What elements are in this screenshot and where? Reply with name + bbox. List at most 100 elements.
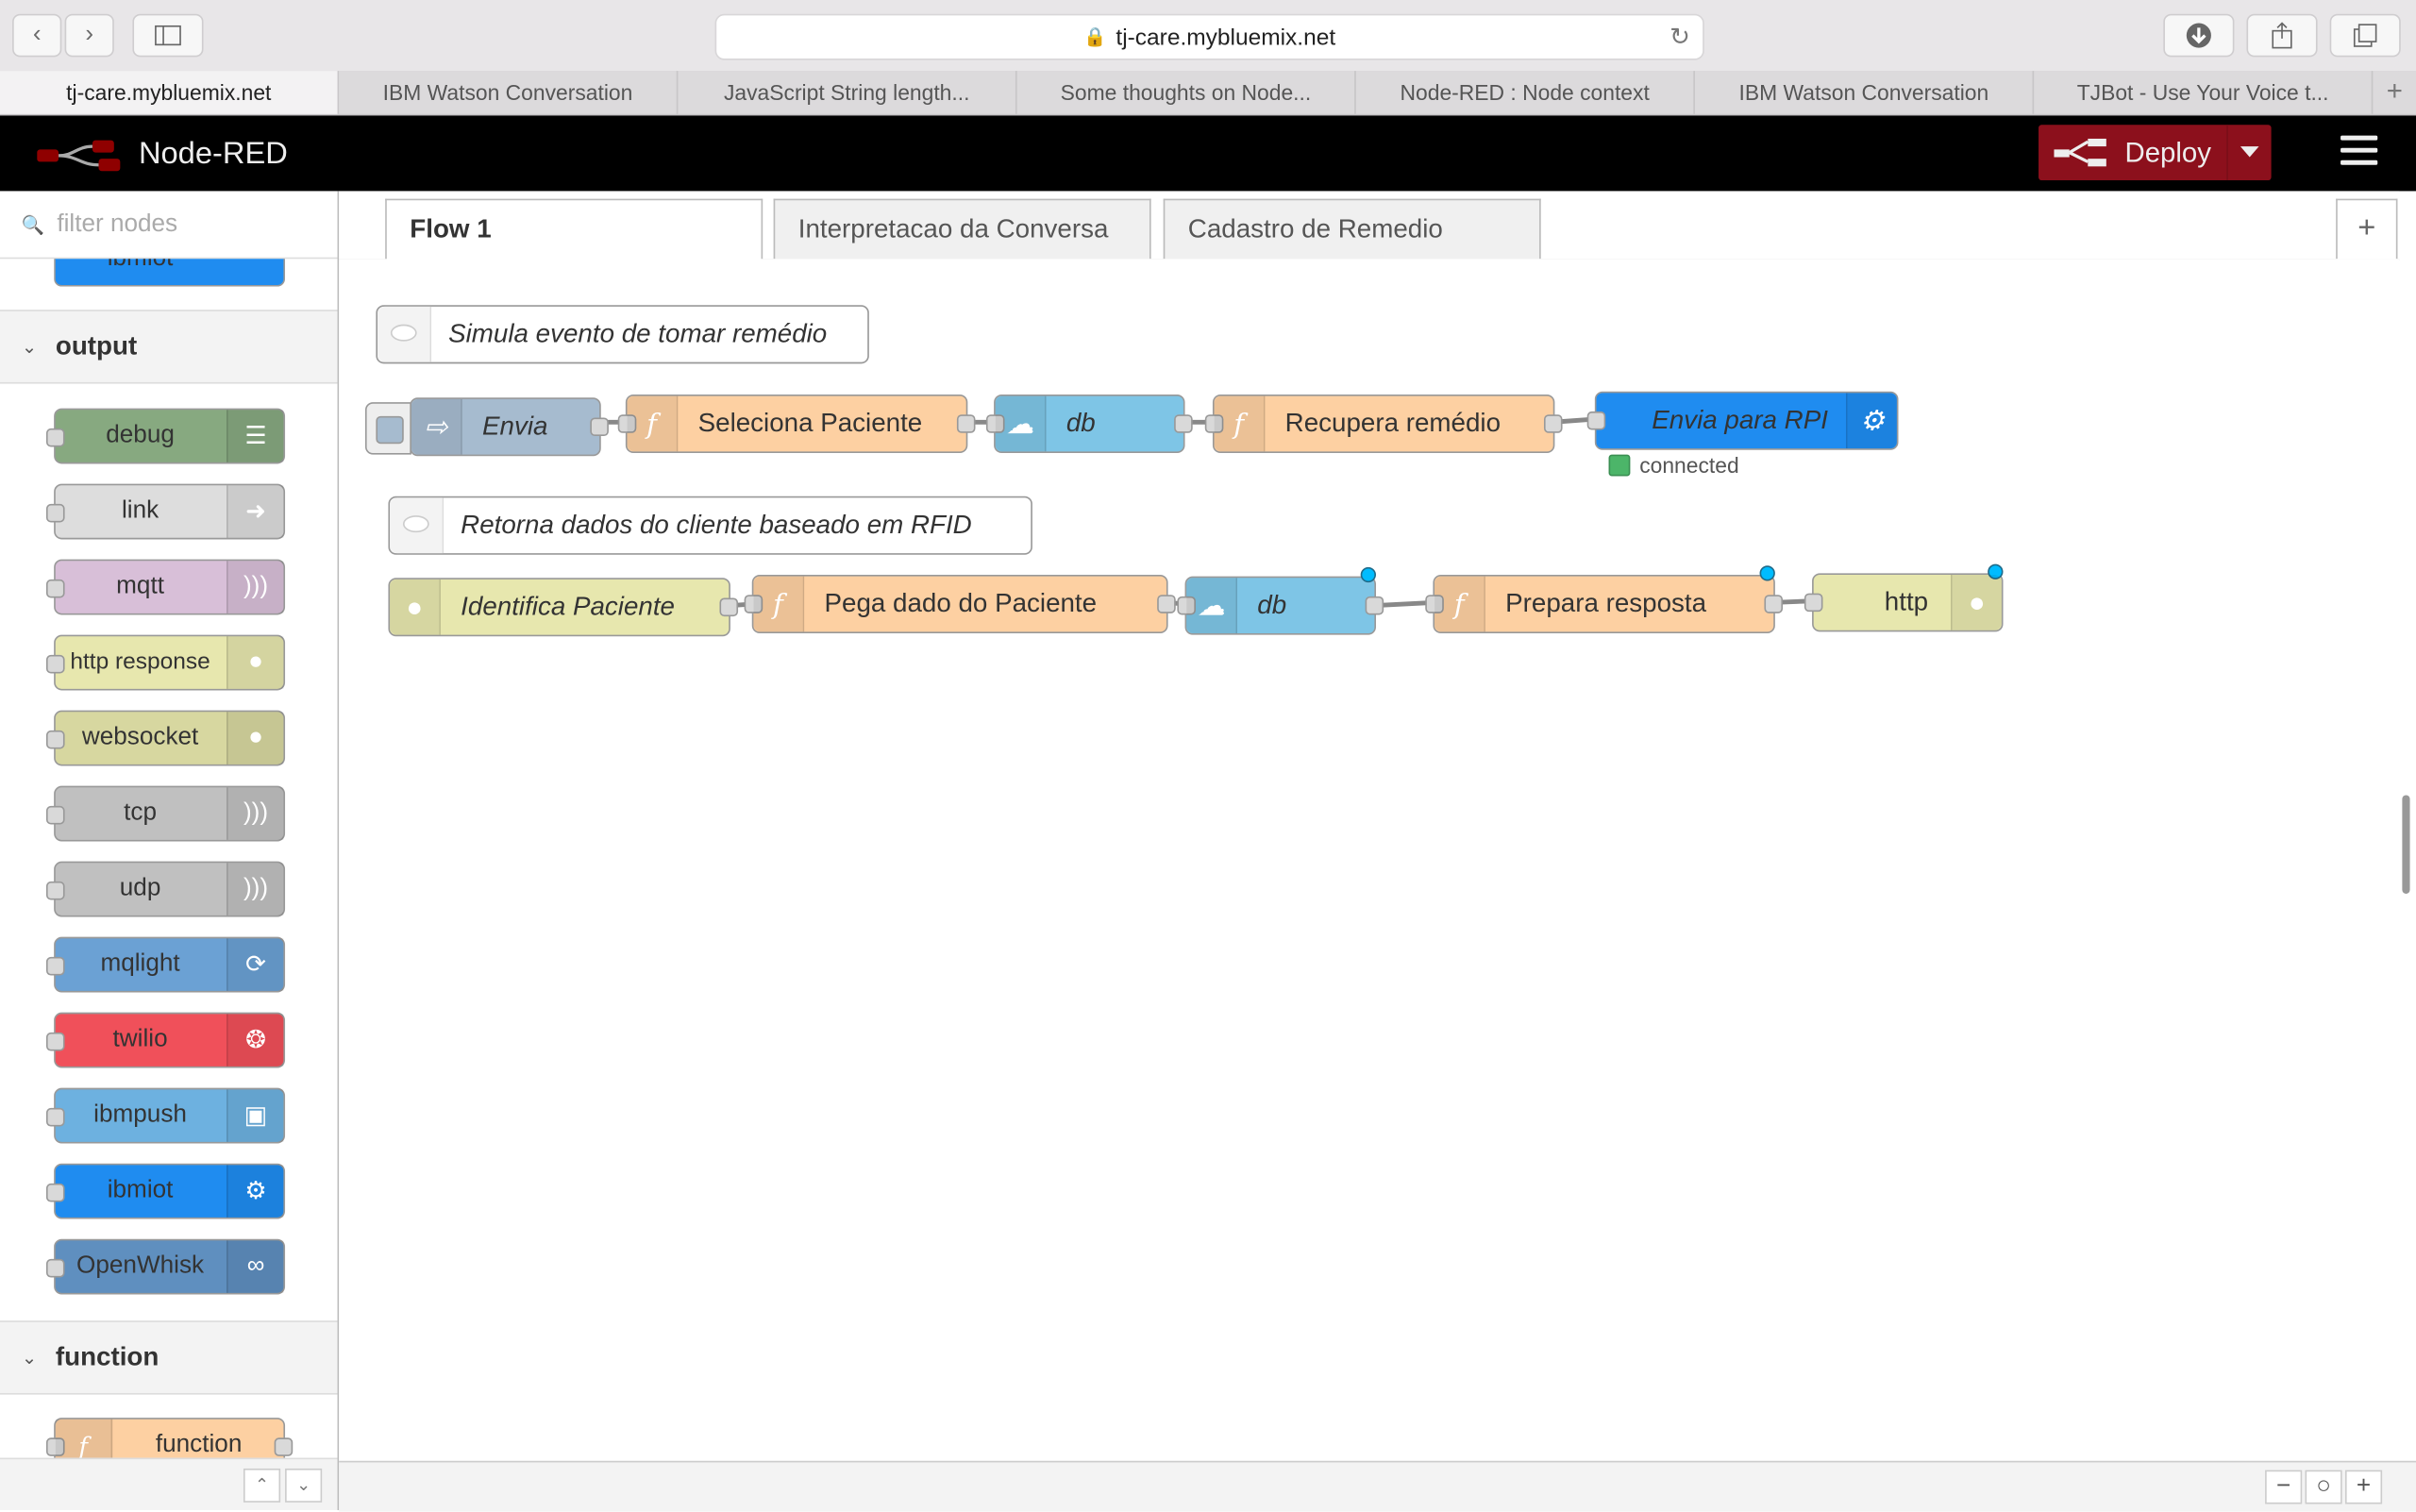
tabs-icon — [2353, 24, 2377, 47]
palette-node-openwhisk[interactable]: OpenWhisk ∞ — [45, 1238, 286, 1295]
add-flow-button[interactable]: + — [2336, 198, 2398, 260]
bridge-icon: ))) — [226, 863, 284, 916]
forward-button[interactable]: › — [64, 13, 114, 58]
function-icon: f — [627, 395, 679, 452]
palette-node-debug[interactable]: debug ☰ — [45, 408, 286, 464]
palette-node-http-response[interactable]: http response ● — [45, 634, 286, 691]
iot-icon: ⚙ — [1845, 393, 1897, 449]
palette-footer: ⌃ ⌄ — [0, 1457, 338, 1511]
changed-indicator — [1759, 565, 1775, 581]
caret-down-icon[interactable] — [2240, 146, 2259, 158]
palette-node-link[interactable]: link ➜ — [45, 483, 286, 540]
tab-overview-button[interactable] — [2329, 13, 2401, 58]
palette-node-ibmpush[interactable]: ibmpush ▣ — [45, 1087, 286, 1144]
share-icon — [2272, 22, 2292, 49]
tab-interpretacao[interactable]: Interpretacao da Conversa — [773, 198, 1151, 260]
function-node-recupera[interactable]: f Recupera remédio — [1204, 394, 1563, 454]
output-port[interactable] — [956, 414, 976, 433]
palette-node-mqlight[interactable]: mqlight ⟳ — [45, 936, 286, 993]
function-icon: f — [1214, 395, 1266, 452]
zoom-in-button[interactable]: + — [2344, 1470, 2383, 1504]
palette-node-ibmiot[interactable]: ibmiot ⚙ — [45, 1163, 286, 1219]
link-out-icon: ➜ — [226, 485, 284, 538]
sidebar-icon — [155, 25, 181, 46]
twilio-icon: ❂ — [226, 1014, 284, 1067]
browser-tab[interactable]: Node-RED : Node context — [1356, 71, 1696, 114]
download-icon — [2186, 23, 2211, 48]
chevron-left-icon: ‹ — [32, 21, 42, 48]
category-title: function — [55, 1342, 159, 1372]
browser-tab[interactable]: JavaScript String length... — [678, 71, 1017, 114]
ibmiot-node-rpi[interactable]: Envia para RPI ⚙ — [1586, 391, 1899, 450]
output-port[interactable] — [1174, 414, 1193, 433]
collapse-all-button[interactable]: ⌃ — [243, 1468, 281, 1503]
output-port[interactable] — [1365, 596, 1384, 615]
browser-tabs: tj-care.mybluemix.net IBM Watson Convers… — [0, 71, 2416, 116]
workspace-tabs: Flow 1 Interpretacao da Conversa Cadastr… — [339, 191, 2400, 260]
browser-tab[interactable]: IBM Watson Conversation — [1695, 71, 2035, 114]
flow-canvas[interactable]: Simula evento de tomar remédio ⇨ Envia f… — [339, 259, 2400, 1461]
deploy-divider — [2226, 125, 2228, 181]
category-function[interactable]: ⌄ function — [0, 1320, 338, 1395]
output-port[interactable] — [1764, 595, 1784, 613]
browser-tab[interactable]: TJBot - Use Your Voice t... — [2034, 71, 2374, 114]
category-title: output — [55, 331, 138, 361]
palette-node-udp[interactable]: udp ))) — [45, 861, 286, 917]
address-bar[interactable]: 🔒 tj-care.mybluemix.net ↻ — [714, 13, 1704, 60]
cloudant-node-db[interactable]: ☁ db — [985, 394, 1193, 454]
zoom-reset-button[interactable]: ○ — [2305, 1470, 2342, 1504]
input-port[interactable] — [1586, 411, 1606, 430]
new-tab-button[interactable]: + — [2374, 71, 2416, 114]
function-node-pega[interactable]: f Pega dado do Paciente — [744, 574, 1176, 634]
chevron-right-icon: › — [85, 21, 94, 48]
function-node-seleciona[interactable]: f Seleciona Paciente — [617, 394, 976, 454]
output-port[interactable] — [274, 1437, 294, 1456]
canvas-scrollbar[interactable] — [2402, 795, 2410, 894]
comment-node[interactable]: Retorna dados do cliente baseado em RFID — [388, 496, 1032, 555]
app-title: Node-RED — [138, 137, 288, 172]
comment-node[interactable]: Simula evento de tomar remédio — [376, 305, 869, 364]
tab-flow-1[interactable]: Flow 1 — [385, 198, 763, 260]
cloud-icon: ☁ — [1186, 578, 1238, 634]
category-output[interactable]: ⌄ output — [0, 310, 338, 384]
deploy-label: Deploy — [2124, 136, 2211, 168]
share-button[interactable] — [2246, 13, 2318, 58]
comment-icon — [378, 306, 432, 362]
output-port[interactable] — [1157, 595, 1176, 613]
palette-node-websocket[interactable]: websocket ● — [45, 710, 286, 766]
chevron-down-icon: ⌄ — [21, 1346, 38, 1369]
palette-filter[interactable]: 🔍 filter nodes — [0, 191, 338, 260]
back-button[interactable]: ‹ — [12, 13, 62, 58]
browser-toolbar: ‹ › 🔒 tj-care.mybluemix.net ↻ — [0, 0, 2416, 73]
output-port[interactable] — [590, 417, 609, 437]
palette-node-twilio[interactable]: twilio ❂ — [45, 1012, 286, 1068]
sidebar-toggle-button[interactable] — [132, 13, 204, 58]
inject-node-envia[interactable]: ⇨ Envia — [364, 397, 609, 457]
comment-icon — [390, 497, 445, 554]
zoom-out-button[interactable]: − — [2265, 1470, 2303, 1504]
changed-indicator — [1360, 566, 1377, 583]
function-node-prepara[interactable]: f Prepara resposta — [1425, 565, 1784, 634]
output-port[interactable] — [719, 597, 739, 617]
cloudant-node-db[interactable]: ☁ db — [1177, 566, 1384, 635]
palette-node-tcp[interactable]: tcp ))) — [45, 785, 286, 842]
expand-all-button[interactable]: ⌄ — [285, 1468, 323, 1503]
browser-tab[interactable]: Some thoughts on Node... — [1017, 71, 1356, 114]
node-red-logo-icon — [37, 140, 121, 172]
double-chevron-up-icon: ⌃ — [255, 1476, 270, 1495]
downloads-button[interactable] — [2163, 13, 2235, 58]
browser-tab[interactable]: tj-care.mybluemix.net — [0, 71, 340, 114]
http-response-node[interactable]: http ● — [1804, 563, 2004, 632]
deploy-button[interactable]: Deploy — [2038, 125, 2272, 181]
tab-cadastro[interactable]: Cadastro de Remedio — [1163, 198, 1541, 260]
output-port[interactable] — [1543, 414, 1563, 433]
inject-trigger-button[interactable] — [364, 402, 411, 455]
input-port[interactable] — [1804, 593, 1823, 613]
main-menu-button[interactable] — [2340, 135, 2378, 170]
palette-node-mqtt[interactable]: mqtt ))) — [45, 559, 286, 615]
reload-icon[interactable]: ↻ — [1669, 22, 1690, 53]
bridge-icon: ))) — [226, 561, 284, 613]
http-in-node-identifica[interactable]: ● Identifica Paciente — [388, 578, 739, 637]
workspace-footer: − ○ + — [339, 1460, 2416, 1512]
browser-tab[interactable]: IBM Watson Conversation — [339, 71, 679, 114]
